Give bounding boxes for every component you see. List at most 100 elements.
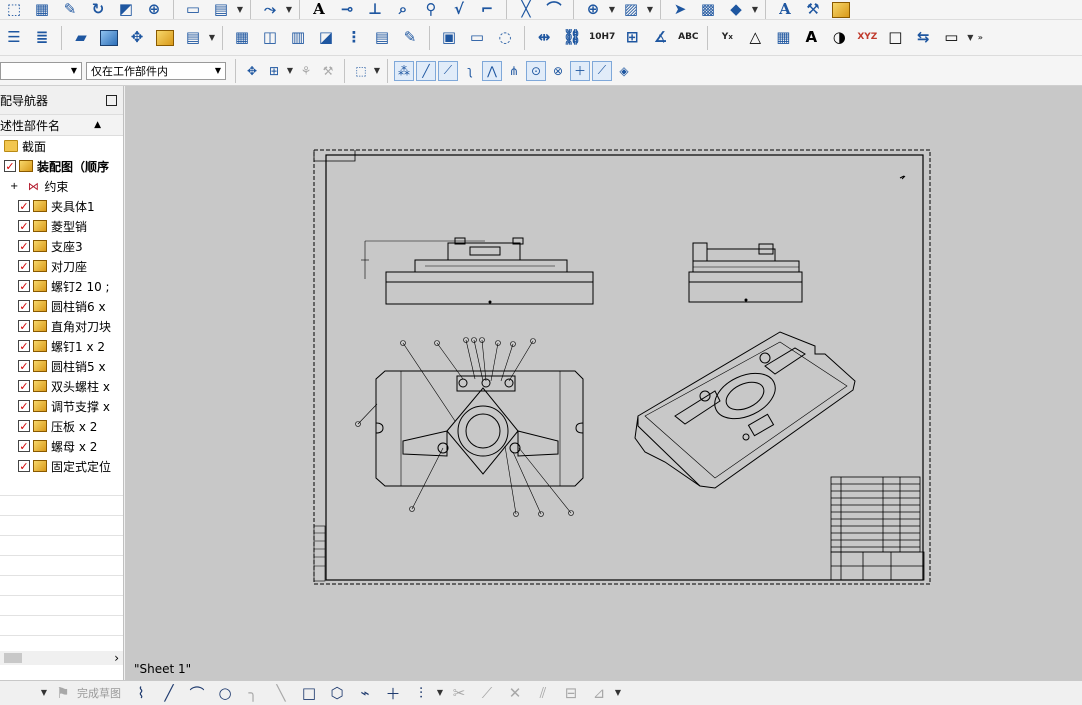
- chain-dimension-icon[interactable]: ⛓: [561, 26, 583, 50]
- text-style-icon[interactable]: A: [774, 0, 796, 19]
- visibility-checkbox[interactable]: ✓: [18, 300, 30, 312]
- visibility-checkbox[interactable]: ✓: [18, 360, 30, 372]
- leader-icon[interactable]: ⊸: [336, 0, 358, 19]
- navigator-tree-row[interactable]: ✓ 螺钉2 10 ;: [0, 276, 123, 296]
- navigator-tree-row[interactable]: ✓ 菱型销: [0, 216, 123, 236]
- replace-icon[interactable]: ⇆: [912, 26, 934, 50]
- dropdown-arrow-icon[interactable]: ▼: [373, 59, 381, 83]
- dropdown-arrow-icon[interactable]: ▼: [40, 681, 48, 705]
- sketch-circle-icon[interactable]: ○: [214, 682, 236, 704]
- auto-balloon-icon[interactable]: ◪: [315, 26, 337, 50]
- navigator-tree-row[interactable]: ✓ 直角对刀块: [0, 316, 123, 336]
- snap-intersection-icon[interactable]: ⋀: [482, 60, 502, 81]
- quick-trim-icon[interactable]: ✂: [448, 682, 470, 704]
- expand-icon[interactable]: +: [10, 181, 18, 192]
- grid-table-icon[interactable]: ▦: [772, 26, 794, 50]
- visibility-checkbox[interactable]: ✓: [18, 380, 30, 392]
- navigator-column-header[interactable]: 述性部件名 ▲: [0, 114, 123, 136]
- dropdown-arrow-icon[interactable]: ▼: [614, 681, 622, 705]
- snap-control-point-icon[interactable]: ʅ: [460, 61, 480, 81]
- navigator-tree-row[interactable]: ✓ 装配图（顺序: [0, 156, 123, 176]
- assembly-cube-icon[interactable]: [154, 26, 176, 50]
- navigator-tree-row[interactable]: ✓ 圆柱销5 x: [0, 356, 123, 376]
- navigator-tree-row[interactable]: ✓ 固定式定位: [0, 456, 123, 476]
- target-symbol-icon[interactable]: ◑: [828, 26, 850, 50]
- snap-midpoint-icon[interactable]: ⟋: [438, 60, 458, 81]
- visibility-checkbox[interactable]: ✓: [18, 240, 30, 252]
- profile-icon[interactable]: ⌇: [130, 682, 152, 704]
- visibility-checkbox[interactable]: ✓: [18, 200, 30, 212]
- tabular-note-icon[interactable]: ▥: [287, 26, 309, 50]
- sort-ascending-icon[interactable]: ▲: [94, 120, 101, 130]
- layout-icon[interactable]: ▤: [210, 0, 232, 19]
- datum-icon[interactable]: ⊥: [364, 0, 386, 19]
- triangle-icon[interactable]: △: [744, 26, 766, 50]
- target-point-icon[interactable]: ⊕: [582, 0, 604, 19]
- border-icon[interactable]: ▣: [438, 26, 460, 50]
- dimension-constraint-icon[interactable]: ⊟: [560, 682, 582, 704]
- surface-finish-icon[interactable]: √: [448, 0, 470, 19]
- sketch-rectangle-icon[interactable]: □: [298, 682, 320, 704]
- table-icon[interactable]: ▦: [231, 26, 253, 50]
- visibility-checkbox[interactable]: ✓: [18, 320, 30, 332]
- general-selection-icon[interactable]: ⊞: [264, 61, 284, 81]
- dimension-icon[interactable]: ⇹: [533, 26, 555, 50]
- font-size-icon[interactable]: A: [800, 26, 822, 50]
- weld-icon[interactable]: ⌐: [476, 0, 498, 19]
- visibility-checkbox[interactable]: ✓: [18, 420, 30, 432]
- dropdown-arrow-icon[interactable]: ▼: [285, 0, 293, 19]
- symbol-icon[interactable]: ◌: [494, 26, 516, 50]
- navigator-horizontal-scrollbar[interactable]: ›: [0, 651, 123, 665]
- update-icon[interactable]: ↻: [87, 0, 109, 19]
- arc-icon[interactable]: ⌒: [543, 0, 565, 19]
- chamfer-icon[interactable]: ╲: [270, 682, 292, 704]
- label-abc-icon[interactable]: ABC: [677, 26, 699, 50]
- section-icon[interactable]: ◩: [115, 0, 137, 19]
- feature-select-icon[interactable]: ⚘: [296, 61, 316, 81]
- dropdown-arrow-icon[interactable]: ▼: [208, 26, 216, 50]
- sheet-icon[interactable]: ▭: [182, 0, 204, 19]
- visibility-checkbox[interactable]: ✓: [4, 160, 16, 172]
- dropdown-arrow-icon[interactable]: ▼: [286, 59, 294, 83]
- part-cube-icon[interactable]: [830, 0, 852, 19]
- snap-arc-center-icon[interactable]: ⋔: [504, 61, 524, 81]
- layer-icon[interactable]: ☰: [3, 26, 25, 50]
- square-icon[interactable]: □: [884, 26, 906, 50]
- line-icon[interactable]: ╳: [515, 0, 537, 19]
- navigator-tree-row[interactable]: ✓ 圆柱销6 x: [0, 296, 123, 316]
- sheet-stack-icon[interactable]: ◫: [259, 26, 281, 50]
- text-box-icon[interactable]: ▭: [940, 26, 962, 50]
- toolbar-overflow-icon[interactable]: »: [976, 26, 984, 50]
- balloon-stack-icon[interactable]: ⋮: [343, 26, 365, 50]
- sketch-line-icon[interactable]: ╱: [158, 682, 180, 704]
- view-icon[interactable]: ▦: [31, 0, 53, 19]
- dropdown-arrow-icon[interactable]: ▼: [608, 0, 616, 19]
- make-corner-icon[interactable]: ✕: [504, 682, 526, 704]
- dropdown-arrow-icon[interactable]: ▼: [436, 681, 444, 705]
- move-component-icon[interactable]: ✥: [126, 26, 148, 50]
- visibility-checkbox[interactable]: ✓: [18, 440, 30, 452]
- dropdown-arrow-icon[interactable]: ▼: [966, 26, 974, 50]
- eraser-icon[interactable]: ▰: [70, 26, 92, 50]
- part-list-icon[interactable]: ▤: [182, 26, 204, 50]
- visibility-checkbox[interactable]: ✓: [18, 460, 30, 472]
- crosshatch-icon[interactable]: ▩: [697, 0, 719, 19]
- geometric-constraint-icon[interactable]: ⫽: [532, 682, 554, 704]
- snap-quadrant-icon[interactable]: ⊗: [548, 61, 568, 81]
- quick-extend-icon[interactable]: ⟋: [476, 682, 498, 704]
- navigator-tree-row[interactable]: ✓ 夹具体1: [0, 196, 123, 216]
- visibility-checkbox[interactable]: ✓: [18, 280, 30, 292]
- drawing-icon[interactable]: ⬚: [3, 0, 25, 19]
- navigator-tree-row[interactable]: ✓ 双头螺柱 x: [0, 376, 123, 396]
- maximize-icon[interactable]: [106, 94, 117, 106]
- stack-icon[interactable]: ≣: [31, 26, 53, 50]
- polygon-icon[interactable]: ⬡: [326, 682, 348, 704]
- visibility-checkbox[interactable]: ✓: [18, 260, 30, 272]
- visibility-checkbox[interactable]: ✓: [18, 400, 30, 412]
- coordinate-dimension-icon[interactable]: Yx: [716, 26, 738, 50]
- drawing-canvas[interactable]: "Sheet 1": [125, 86, 1082, 680]
- finish-sketch-button[interactable]: 完成草图: [77, 685, 121, 701]
- navigator-tree-row[interactable]: 截面: [0, 136, 123, 156]
- scope-filter-select[interactable]: 仅在工作部件内 ▼: [86, 61, 226, 80]
- image-icon[interactable]: ▨: [620, 0, 642, 19]
